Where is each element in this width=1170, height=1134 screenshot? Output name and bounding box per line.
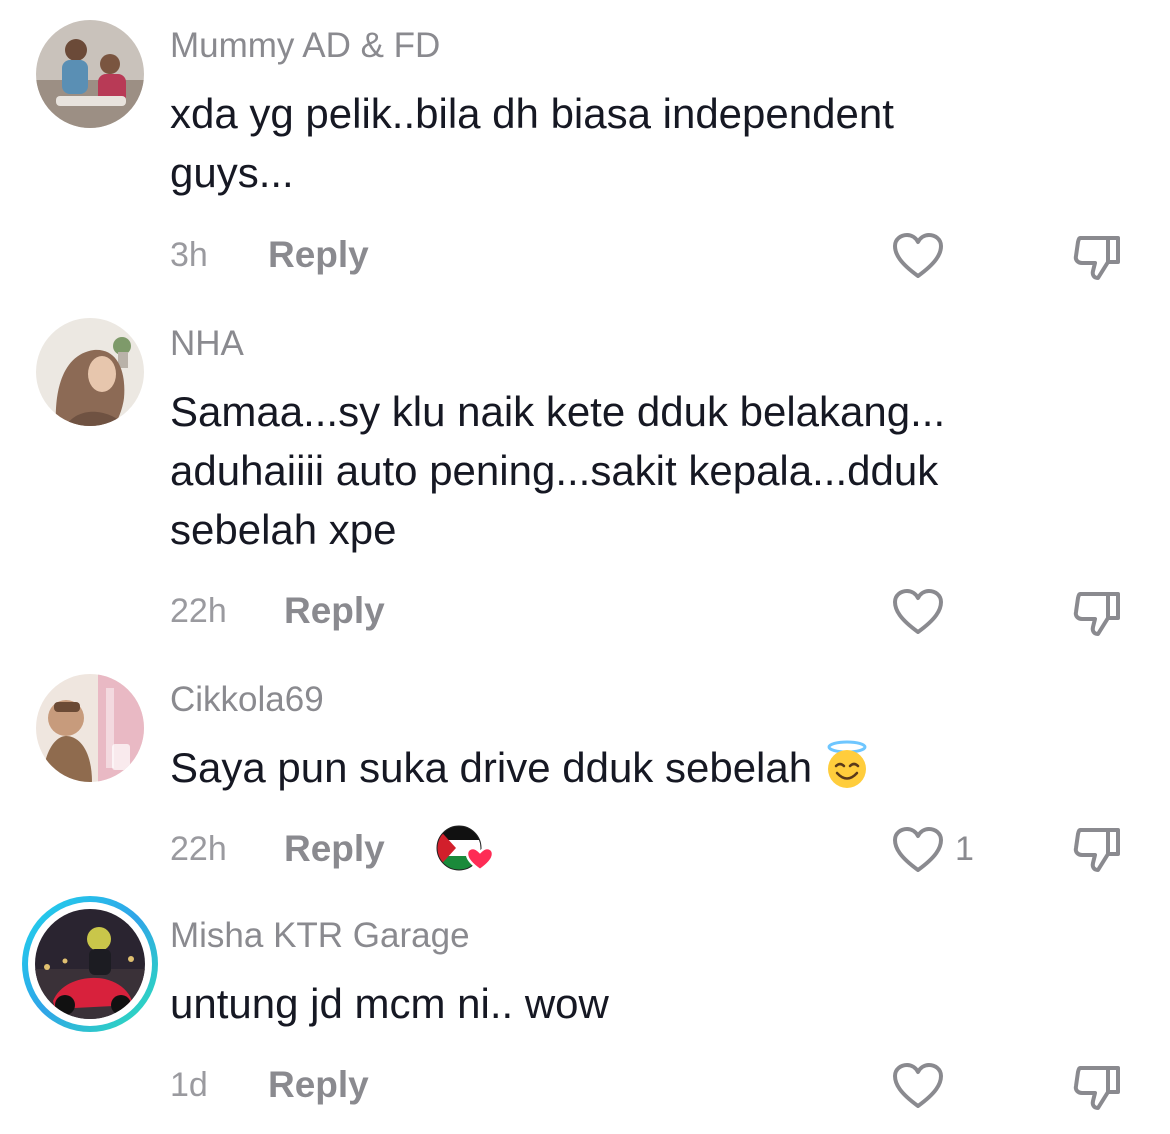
reply-button[interactable]: Reply [284,828,385,870]
heart-icon[interactable] [892,232,944,280]
comment-text-line: aduhaiiii auto pening...sakit kepala...d… [170,447,939,494]
reply-button[interactable]: Reply [284,590,385,632]
thumbs-down-icon[interactable] [1072,232,1124,282]
story-ring[interactable] [22,896,158,1032]
avatar[interactable] [36,318,144,426]
thumbs-down-icon[interactable] [1072,1062,1124,1112]
avatar[interactable] [36,20,144,128]
comment-username[interactable]: Cikkola69 [170,680,324,720]
thumbs-down-icon[interactable] [1072,824,1124,874]
comment-text: Samaa...sy klu naik kete dduk belakang..… [170,382,1070,559]
comment-text: untung jd mcm ni.. wow [170,974,1070,1033]
comment-username[interactable]: Mummy AD & FD [170,26,440,66]
smiling-face-with-halo-icon [827,740,867,788]
comment-username[interactable]: NHA [170,324,244,364]
comment-text-line: xda yg pelik..bila dh biasa independent [170,90,894,137]
comment-username[interactable]: Misha KTR Garage [170,916,470,956]
creator-liked-icon [436,824,498,874]
heart-icon[interactable] [892,588,944,636]
comment-timestamp: 1d [170,1066,208,1104]
like-count: 1 [955,830,974,868]
comment-text-line: sebelah xpe [170,506,397,553]
comment-text: Saya pun suka drive dduk sebelah [170,738,1070,797]
comment-text-line: untung jd mcm ni.. wow [170,980,609,1027]
comment-timestamp: 22h [170,592,227,630]
comment-timestamp: 22h [170,830,227,868]
comment-text: xda yg pelik..bila dh biasa independent … [170,84,1070,202]
comment-text-content: Saya pun suka drive dduk sebelah [170,744,813,791]
heart-icon[interactable] [892,826,944,874]
avatar[interactable] [36,674,144,782]
avatar[interactable] [35,909,145,1019]
thumbs-down-icon[interactable] [1072,588,1124,638]
comment-text-line: Samaa...sy klu naik kete dduk belakang..… [170,388,946,435]
comment-text-line: guys... [170,149,294,196]
reply-button[interactable]: Reply [268,1064,369,1106]
comment-timestamp: 3h [170,236,208,274]
heart-icon[interactable] [892,1062,944,1110]
reply-button[interactable]: Reply [268,234,369,276]
comment-text-line: Saya pun suka drive dduk sebelah [170,738,1070,797]
